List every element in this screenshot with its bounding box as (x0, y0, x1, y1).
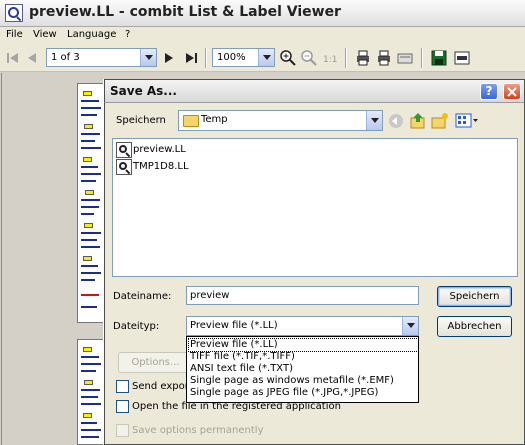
toolbar-separator (205, 48, 207, 68)
menu-bar: File View Language ? (0, 27, 525, 44)
file-list[interactable]: preview.LL TMP1D8.LL (112, 138, 518, 277)
save-options-label: Save options permanently (132, 425, 264, 436)
zoom-1to1-icon[interactable]: 1:1 (321, 49, 339, 67)
print-icon[interactable] (354, 49, 372, 67)
folder-icon (183, 115, 199, 127)
previous-page-icon[interactable] (23, 49, 41, 67)
page-thumbnail[interactable] (77, 83, 104, 323)
page-selector[interactable]: 1 of 3 (46, 48, 157, 67)
dialog-title-bar: Save As... ? (104, 79, 525, 103)
filename-value: preview (190, 290, 230, 301)
save-in-combo[interactable]: Temp (178, 110, 383, 131)
window-title: preview.LL - combit List & Label Viewer (29, 4, 341, 20)
filetype-option[interactable]: TIFF file (*.TIF,*.TIFF) (189, 351, 418, 363)
filetype-select[interactable]: Preview file (*.LL) (186, 316, 419, 336)
save-in-value: Temp (201, 114, 228, 125)
first-page-icon[interactable] (4, 49, 22, 67)
filetype-option[interactable]: Preview file (*.LL) (188, 338, 419, 352)
toolbar-separator (421, 48, 423, 68)
close-button[interactable] (503, 83, 521, 100)
dialog-title: Save As... (110, 84, 177, 98)
filetype-value: Preview file (*.LL) (190, 320, 278, 331)
send-export-checkbox[interactable] (116, 380, 129, 393)
app-icon (5, 4, 23, 22)
menu-help[interactable]: ? (125, 29, 130, 40)
filetype-label: Dateityp: (113, 321, 160, 332)
filetype-option[interactable]: Single page as JPEG file (*.JPG,*.JPEG) (189, 387, 418, 399)
next-page-icon[interactable] (160, 49, 178, 67)
exit-icon[interactable] (453, 49, 471, 67)
zoom-in-icon[interactable] (279, 49, 297, 67)
cancel-button[interactable]: Abbrechen (437, 316, 512, 337)
last-page-icon[interactable] (182, 49, 200, 67)
close-icon (507, 87, 517, 97)
preview-file-icon (116, 142, 132, 158)
page-selector-value: 1 of 3 (51, 52, 80, 63)
send-export-label: Send expor (132, 381, 189, 392)
filetype-option[interactable]: Single page as windows metafile (*.EMF) (189, 375, 418, 387)
chevron-down-icon[interactable] (402, 317, 418, 335)
help-button[interactable]: ? (480, 83, 498, 100)
toolbar: 1 of 3 100% 1:1 (0, 44, 525, 72)
menu-view[interactable]: View (33, 29, 57, 40)
zoom-selector[interactable]: 100% (212, 48, 275, 67)
menu-file[interactable]: File (6, 29, 23, 40)
send-icon[interactable] (396, 49, 414, 67)
chevron-down-icon[interactable] (140, 49, 156, 66)
filetype-dropdown[interactable]: Preview file (*.LL) TIFF file (*.TIF,*.T… (186, 336, 419, 403)
zoom-selector-value: 100% (217, 52, 246, 63)
page-thumbnail[interactable] (77, 339, 104, 445)
back-icon[interactable] (388, 113, 404, 129)
options-button[interactable]: Options... (118, 352, 193, 373)
filename-label: Dateiname: (113, 291, 172, 302)
save-button[interactable]: Speichern (437, 286, 512, 307)
save-icon[interactable] (430, 49, 448, 67)
zoom-out-icon[interactable] (300, 49, 318, 67)
toolbar-separator (345, 48, 347, 68)
chevron-down-icon[interactable] (258, 49, 274, 66)
filename-input[interactable]: preview (186, 286, 419, 305)
view-menu-icon[interactable] (455, 112, 479, 130)
save-options-checkbox[interactable] (116, 424, 129, 437)
open-file-checkbox[interactable] (116, 400, 129, 413)
filetype-option[interactable]: ANSI text file (*.TXT) (189, 363, 418, 375)
new-folder-icon[interactable] (431, 112, 449, 130)
preview-border (1, 73, 3, 445)
menu-language[interactable]: Language (67, 29, 116, 40)
print-all-icon[interactable] (375, 49, 393, 67)
up-folder-icon[interactable] (409, 112, 427, 130)
chevron-down-icon[interactable] (366, 111, 382, 130)
save-in-label: Speichern (116, 115, 166, 126)
svg-text:1:1: 1:1 (323, 55, 337, 65)
preview-file-icon (116, 159, 132, 175)
